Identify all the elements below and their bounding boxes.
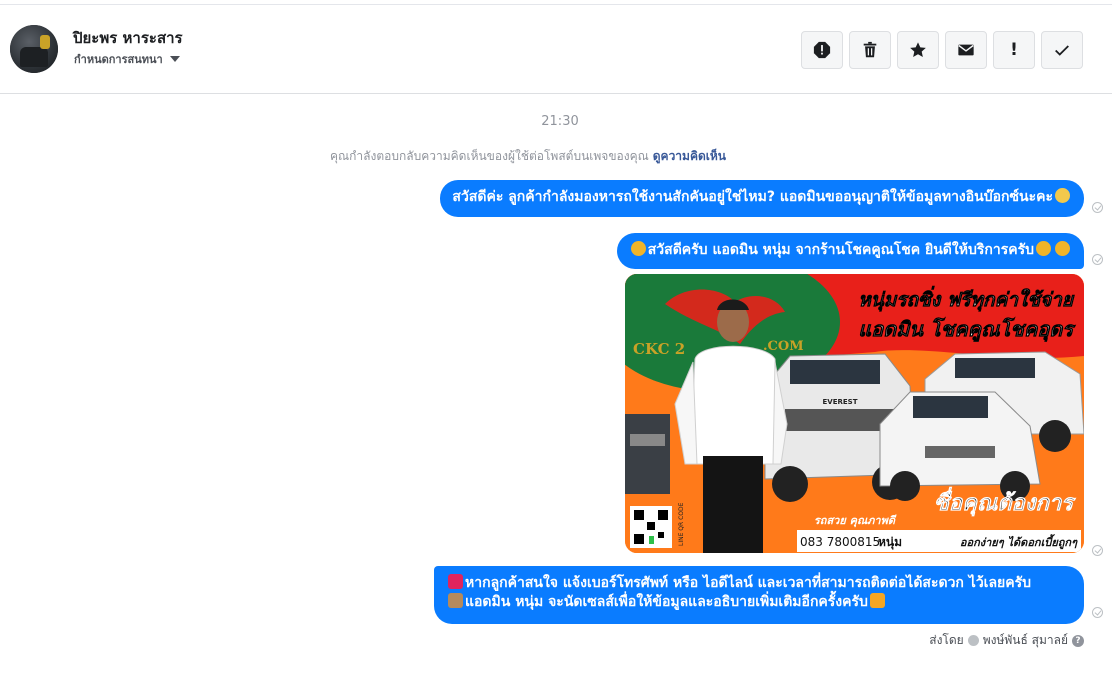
checkmark-icon bbox=[1055, 45, 1069, 56]
message-bubble[interactable]: สวัสดีครับ แอดมิน หนุ่ม จากร้านโชคคูณโชค… bbox=[616, 233, 1084, 269]
ad-phone-name: หนุ่ม bbox=[878, 535, 902, 550]
star-button[interactable] bbox=[897, 31, 939, 69]
trash-icon bbox=[863, 41, 877, 58]
notice-text: คุณกำลังตอบกลับความคิดเห็นของผู้ใช้ต่อโพ… bbox=[330, 149, 649, 163]
car-dark-front bbox=[625, 414, 670, 494]
car-ad-image: CKC 2 .COM หนุ่มรถซิ่ง ฟรีทุกค่าใช้จ่าย … bbox=[625, 274, 1084, 553]
sent-by-info: ส่งโดย พงษ์พันธ์ สุมาลย์ ? bbox=[929, 631, 1084, 650]
ad-sub-1: รถสวย คุณภาพดี bbox=[814, 514, 897, 528]
seen-check-icon bbox=[1092, 545, 1103, 556]
message-bubble[interactable]: สวัสดีค่ะ ลูกค้ากำลังมองหารถใช้งานสักคัน… bbox=[440, 180, 1084, 217]
ad-headline-2: แอดมิน โชคคูณโชคอุดร bbox=[858, 317, 1076, 342]
reply-context-notice: คุณกำลังตอบกลับความคิดเห็นของผู้ใช้ต่อโพ… bbox=[330, 147, 726, 166]
star-icon bbox=[910, 42, 926, 58]
contact-avatar[interactable] bbox=[10, 25, 58, 73]
message-text: สวัสดีครับ แอดมิน หนุ่ม จากร้านโชคคูณโชค… bbox=[647, 242, 1034, 258]
seen-check-icon bbox=[1092, 607, 1103, 618]
delete-button[interactable] bbox=[849, 31, 891, 69]
report-spam-button[interactable] bbox=[801, 31, 843, 69]
image-attachment[interactable]: CKC 2 .COM หนุ่มรถซิ่ง ฟรีทุกค่าใช้จ่าย … bbox=[625, 274, 1084, 553]
ad-logo-suffix: .COM bbox=[763, 339, 804, 354]
sent-by-label: ส่งโดย bbox=[929, 633, 964, 647]
contact-name[interactable]: ปิยะพร หาระสาร bbox=[73, 26, 183, 50]
pray-emoji-icon bbox=[869, 593, 885, 608]
header-actions: ! bbox=[801, 31, 1083, 69]
seen-check-icon bbox=[1092, 254, 1103, 265]
ad-sub-2: ออกง่ายๆ ได้ดอกเบี้ยถูกๆ bbox=[960, 534, 1078, 550]
ad-badge-text: EVEREST bbox=[823, 398, 858, 406]
seen-check-icon bbox=[1092, 202, 1103, 213]
message-line: แอดมิน หนุ่ม จะนัดเซลส์เพื่อให้ข้อมูลและ… bbox=[446, 593, 1072, 612]
telephone-emoji-icon bbox=[448, 574, 463, 589]
ad-qr-label: LINE QR CODE bbox=[678, 502, 685, 546]
mark-unread-button[interactable] bbox=[945, 31, 987, 69]
assign-label: กำหนดการสนทนา bbox=[74, 53, 163, 66]
man-emoji-icon bbox=[630, 241, 646, 256]
conversation-header: ปิยะพร หาระสาร กำหนดการสนทนา ! bbox=[0, 5, 1112, 94]
alert-octagon-icon bbox=[813, 41, 831, 59]
assign-conversation-dropdown[interactable]: กำหนดการสนทนา bbox=[74, 50, 180, 68]
ad-logo-text: CKC 2 bbox=[633, 340, 685, 358]
view-comment-link[interactable]: ดูความคิดเห็น bbox=[653, 149, 726, 163]
man-emoji-icon bbox=[1036, 241, 1051, 256]
man-emoji-icon bbox=[1055, 241, 1070, 256]
message-timestamp: 21:30 bbox=[541, 114, 579, 129]
verified-icon bbox=[967, 635, 979, 646]
help-icon[interactable]: ? bbox=[1072, 634, 1084, 647]
message-text: สวัสดีค่ะ ลูกค้ากำลังมองหารถใช้งานสักคัน… bbox=[452, 189, 1053, 205]
ad-qr-code bbox=[630, 506, 672, 548]
envelope-icon bbox=[958, 44, 974, 56]
message-bubble[interactable]: หากลูกค้าสนใจ แจ้งเบอร์โทรศัพท์ หรือ ไอด… bbox=[434, 566, 1084, 624]
message-text: หากลูกค้าสนใจ แจ้งเบอร์โทรศัพท์ หรือ ไอด… bbox=[465, 575, 1032, 591]
message-line: หากลูกค้าสนใจ แจ้งเบอร์โทรศัพท์ หรือ ไอด… bbox=[446, 574, 1072, 593]
mark-done-button[interactable] bbox=[1041, 31, 1083, 69]
ad-headline-1: หนุ่มรถซิ่ง ฟรีทุกค่าใช้จ่าย bbox=[858, 286, 1075, 312]
sent-by-name[interactable]: พงษ์พันธ์ สุมาลย์ bbox=[983, 631, 1068, 650]
people-emoji-icon bbox=[448, 593, 463, 608]
caret-down-icon bbox=[169, 56, 180, 62]
smile-emoji-icon bbox=[1055, 188, 1070, 203]
ad-slogan: ซื่อคุณต้องการ bbox=[934, 486, 1076, 517]
follow-up-button[interactable]: ! bbox=[993, 31, 1035, 69]
message-text: แอดมิน หนุ่ม จะนัดเซลส์เพื่อให้ข้อมูลและ… bbox=[465, 594, 868, 610]
ad-phone: 083 7800815 bbox=[800, 535, 880, 549]
